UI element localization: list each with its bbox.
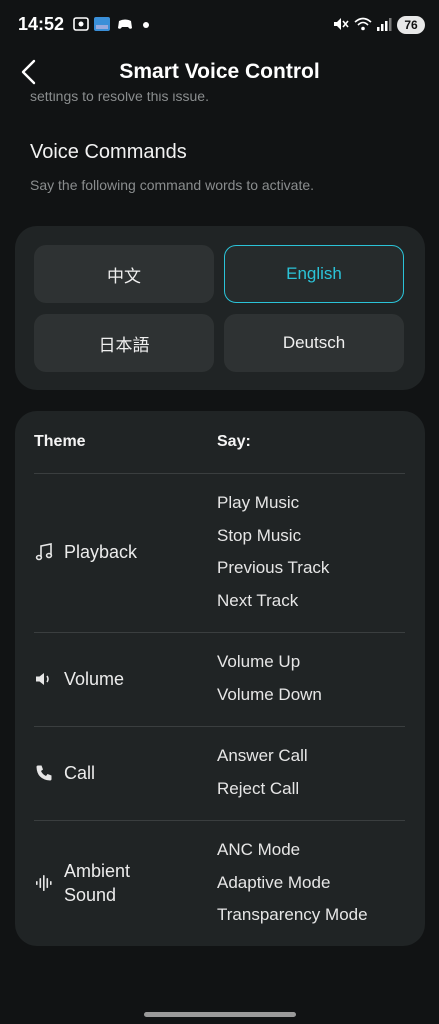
language-german-button[interactable]: Deutsch [224, 314, 404, 372]
status-time: 14:52 [18, 14, 65, 34]
command-play-music: Play Music [217, 493, 300, 512]
music-note-icon [35, 543, 53, 561]
command-volume-down: Volume Down [217, 684, 322, 704]
voice-commands-subtitle: Say the following command words to activ… [30, 177, 315, 193]
game-controller-icon [118, 19, 132, 29]
home-indicator[interactable] [144, 1012, 296, 1017]
theme-playback: Playback [34, 540, 137, 564]
row-divider [34, 473, 405, 474]
command-anc-mode: ANC Mode [217, 840, 301, 859]
playback-commands: Play Music Stop Music Previous Track Nex… [217, 487, 329, 617]
call-commands: Answer Call Reject Call [217, 740, 308, 805]
theme-label: Playback [64, 542, 138, 562]
theme-call: Call [34, 761, 95, 785]
command-table: Theme Say: Playback Play Music Stop Musi… [15, 411, 425, 946]
language-english-button[interactable]: English [224, 245, 404, 303]
wifi-icon [354, 17, 372, 31]
phone-icon [36, 765, 52, 781]
row-divider [34, 632, 405, 633]
theme-volume: Volume [34, 667, 124, 691]
row-divider [34, 820, 405, 821]
notification-dot [143, 22, 149, 28]
theme-label: Volume [64, 669, 125, 689]
sound-wave-icon [36, 875, 52, 891]
command-volume-up: Volume Up [217, 652, 301, 671]
command-answer-call: Answer Call [217, 746, 308, 765]
language-chinese-button[interactable]: 中文 [34, 245, 214, 303]
command-adaptive-mode: Adaptive Mode [217, 872, 331, 892]
theme-label: Ambient Sound [64, 861, 131, 905]
signal-icon [377, 18, 392, 31]
language-selector: 中文 English 日本語 Deutsch [15, 226, 425, 390]
speaker-icon [36, 673, 49, 685]
app-notification-icon [94, 17, 110, 31]
status-bar: 14:52 76 [0, 0, 439, 50]
command-previous-track: Previous Track [217, 558, 330, 577]
command-reject-call: Reject Call [217, 778, 300, 798]
command-stop-music: Stop Music [217, 525, 302, 545]
theme-label: Call [64, 763, 96, 783]
theme-ambient-sound: Ambient Sound [34, 859, 130, 907]
ambient-sound-commands: ANC Mode Adaptive Mode Transparency Mode [217, 834, 368, 932]
row-divider [34, 726, 405, 727]
command-next-track: Next Track [217, 590, 299, 610]
theme-column-header: Theme [34, 433, 86, 450]
page-title: Smart Voice Control [119, 60, 320, 83]
command-transparency-mode: Transparency Mode [217, 905, 368, 924]
say-column-header: Say: [217, 433, 251, 450]
screenshot-icon [73, 17, 89, 31]
language-japanese-button[interactable]: 日本語 [34, 314, 214, 372]
clipped-description: settings to resolve this issue. [30, 92, 209, 104]
battery-indicator: 76 [397, 16, 425, 34]
voice-commands-title: Voice Commands [30, 141, 187, 163]
mute-icon [334, 18, 349, 30]
volume-commands: Volume Up Volume Down [217, 646, 322, 711]
